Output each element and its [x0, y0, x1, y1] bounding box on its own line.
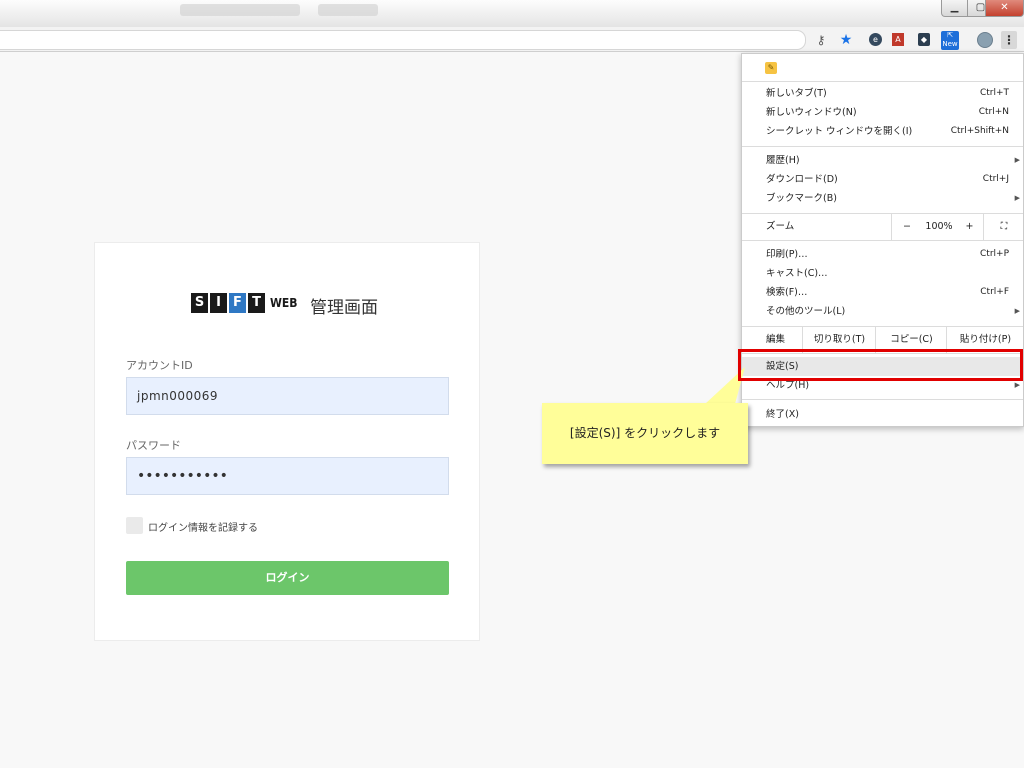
menu-shortcut: Ctrl+F — [980, 287, 1009, 297]
menu-shortcut: Ctrl+P — [980, 249, 1009, 259]
menu-history[interactable]: 履歴(H) ▶ — [742, 151, 1023, 170]
blurred-tab-title[interactable] — [180, 4, 300, 16]
extension-icon[interactable]: e — [869, 33, 882, 46]
address-bar[interactable] — [0, 30, 806, 50]
window-titlebar: ▁ ▢ ✕ — [0, 0, 1024, 27]
menu-new-tab[interactable]: 新しいタブ(T) Ctrl+T — [742, 84, 1023, 103]
logo-suffix: WEB — [270, 296, 298, 310]
pdf-extension-icon[interactable]: A — [892, 33, 904, 46]
key-icon[interactable]: ⚷ — [813, 32, 829, 48]
menu-print[interactable]: 印刷(P)… Ctrl+P — [742, 245, 1023, 264]
menu-new-window[interactable]: 新しいウィンドウ(N) Ctrl+N — [742, 103, 1023, 122]
menu-label: 履歴(H) — [766, 155, 800, 166]
menu-label: その他のツール(L) — [766, 306, 846, 317]
remember-checkbox[interactable] — [126, 517, 143, 534]
account-id-input[interactable]: jpmn000069 — [126, 377, 449, 415]
instruction-callout: [設定(S)] をクリックします — [542, 403, 748, 464]
login-card: S I F T WEB 管理画面 アカウントID jpmn000069 パスワー… — [94, 242, 480, 641]
menu-find[interactable]: 検索(F)… Ctrl+F — [742, 283, 1023, 302]
menu-label: 検索(F)… — [766, 287, 808, 298]
password-input[interactable]: ••••••••••• — [126, 457, 449, 495]
fullscreen-icon[interactable]: ⛶ — [983, 214, 1024, 240]
menu-downloads[interactable]: ダウンロード(D) Ctrl+J — [742, 170, 1023, 189]
logo-letter: S — [191, 293, 208, 313]
menu-separator — [742, 399, 1023, 400]
minimize-button[interactable]: ▁ — [941, 0, 968, 17]
zoom-out-button[interactable]: − — [891, 214, 922, 240]
sift-web-logo: S I F T WEB — [191, 292, 298, 314]
account-id-label: アカウントID — [126, 359, 193, 372]
menu-label: ダウンロード(D) — [766, 174, 838, 185]
zoom-label: ズーム — [766, 221, 795, 232]
logo-letter: F — [229, 293, 246, 313]
menu-label: 終了(X) — [766, 409, 799, 420]
menu-bookmarks[interactable]: ブックマーク(B) ▶ — [742, 189, 1023, 208]
menu-separator — [742, 146, 1023, 147]
chrome-menu-icon[interactable]: ⋮ — [1001, 31, 1017, 49]
menu-shortcut: Ctrl+J — [982, 174, 1009, 184]
keep-extension-icon[interactable]: ✎ — [765, 62, 777, 74]
menu-zoom-row: ズーム − 100% + ⛶ — [742, 214, 1023, 240]
remember-label: ログイン情報を記録する — [148, 523, 258, 534]
submenu-arrow-icon: ▶ — [1014, 194, 1020, 202]
blurred-tab-title[interactable] — [318, 4, 378, 16]
submenu-arrow-icon: ▶ — [1014, 307, 1020, 315]
menu-separator — [742, 240, 1023, 241]
shield-extension-icon[interactable]: ◆ — [918, 33, 930, 46]
login-button[interactable]: ログイン — [126, 561, 449, 595]
bookmark-star-icon[interactable]: ★ — [838, 32, 854, 48]
menu-label: シークレット ウィンドウを開く(I) — [766, 126, 913, 137]
zoom-level: 100% — [925, 221, 953, 232]
password-label: パスワード — [126, 439, 181, 452]
menu-cast[interactable]: キャスト(C)… — [742, 264, 1023, 283]
submenu-arrow-icon: ▶ — [1014, 156, 1020, 164]
menu-shortcut: Ctrl+N — [978, 107, 1009, 117]
menu-exit[interactable]: 終了(X) — [742, 405, 1023, 424]
menu-incognito[interactable]: シークレット ウィンドウを開く(I) Ctrl+Shift+N — [742, 122, 1023, 141]
menu-label: 新しいウィンドウ(N) — [766, 107, 857, 118]
menu-more-tools[interactable]: その他のツール(L) ▶ — [742, 302, 1023, 321]
menu-label: 新しいタブ(T) — [766, 88, 827, 99]
menu-label: 印刷(P)… — [766, 249, 808, 260]
menu-shortcut: Ctrl+Shift+N — [950, 126, 1009, 136]
new-badge: New — [942, 40, 958, 48]
zoom-in-button[interactable]: + — [957, 214, 982, 240]
logo-letter: I — [210, 293, 227, 313]
menu-label: ブックマーク(B) — [766, 193, 837, 204]
menu-separator — [742, 81, 1023, 82]
logo-letter: T — [248, 293, 265, 313]
profile-avatar-icon[interactable] — [977, 32, 993, 48]
page-title: 管理画面 — [310, 298, 378, 318]
close-button[interactable]: ✕ — [985, 0, 1024, 17]
highlight-box — [738, 349, 1023, 381]
new-extension-icon[interactable]: ⇱ New — [941, 31, 959, 50]
menu-shortcut: Ctrl+T — [979, 88, 1009, 98]
menu-label: キャスト(C)… — [766, 268, 828, 279]
